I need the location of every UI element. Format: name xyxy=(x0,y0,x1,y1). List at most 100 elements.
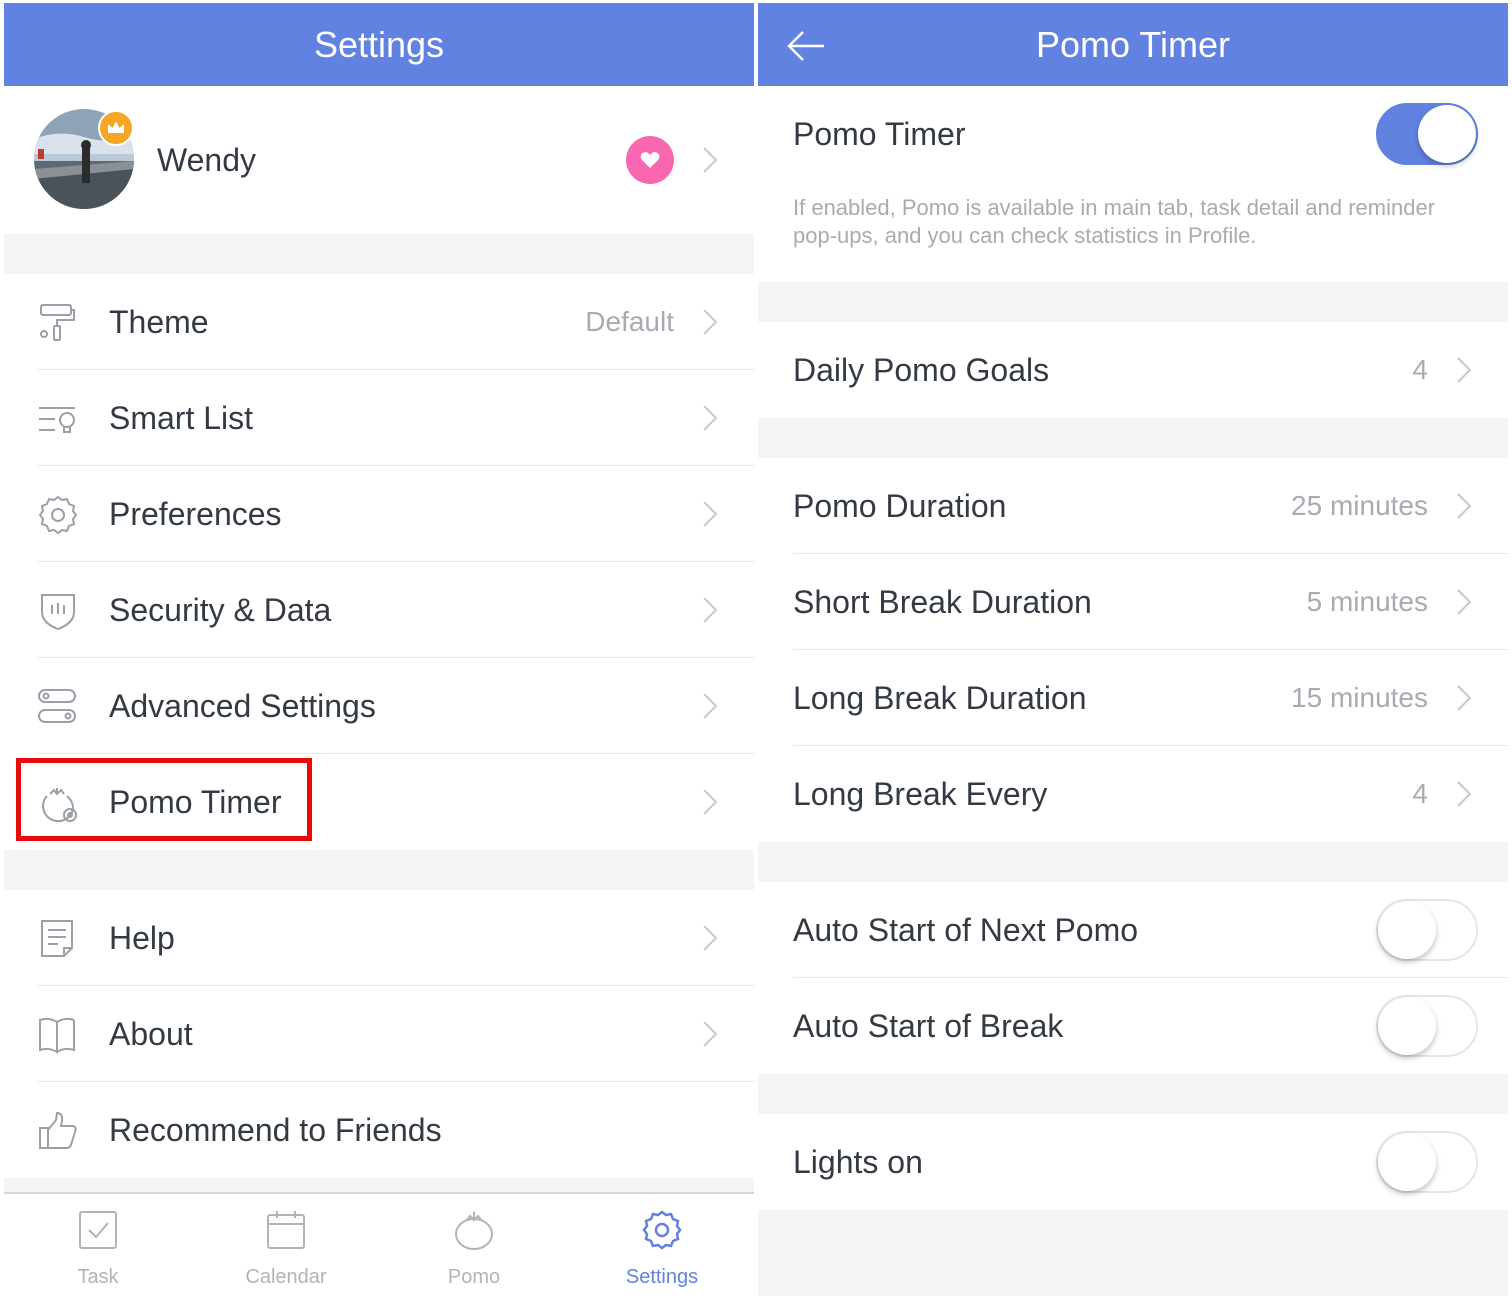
chevron-right-icon xyxy=(703,405,718,431)
gear-icon xyxy=(642,1210,682,1250)
chevron-right-icon xyxy=(1457,685,1472,711)
lights-on-row: Lights on xyxy=(758,1114,1508,1210)
tab-pomo[interactable]: Pomo xyxy=(380,1194,568,1296)
settings-item-preferences[interactable]: Preferences xyxy=(4,466,754,562)
chevron-right-icon xyxy=(703,309,718,335)
page-title: Settings xyxy=(313,24,445,65)
settings-item-about[interactable]: About xyxy=(4,986,754,1082)
toggles-icon xyxy=(38,689,76,723)
crown-icon xyxy=(98,110,134,146)
pomo-timer-label: Pomo Timer xyxy=(793,116,966,152)
pomo-timer-screen: Pomo Timer Pomo Timer If enabled, Pomo i… xyxy=(758,0,1508,1296)
long-break-duration-row[interactable]: Long Break Duration 15 minutes xyxy=(758,650,1508,746)
section-separator xyxy=(758,418,1508,458)
chevron-right-icon xyxy=(1457,493,1472,519)
chevron-right-icon xyxy=(703,147,718,173)
document-icon xyxy=(41,920,73,957)
smart-list-icon xyxy=(39,407,75,433)
auto-start-next-pomo-row: Auto Start of Next Pomo xyxy=(758,882,1508,978)
daily-pomo-goals-label: Daily Pomo Goals xyxy=(793,352,1050,388)
section-separator xyxy=(758,842,1508,882)
gear-icon xyxy=(38,495,78,535)
chevron-right-icon xyxy=(1457,589,1472,615)
profile-row[interactable]: Wendy xyxy=(4,86,754,234)
daily-pomo-goals-row[interactable]: Daily Pomo Goals 4 xyxy=(758,322,1508,418)
pomo-duration-row[interactable]: Pomo Duration 25 minutes xyxy=(758,458,1508,554)
settings-item-label: Help xyxy=(109,920,175,956)
auto-start-break-label: Auto Start of Break xyxy=(793,1008,1064,1044)
short-break-duration-label: Short Break Duration xyxy=(793,584,1092,620)
long-break-every-label: Long Break Every xyxy=(793,776,1048,812)
auto-start-break-toggle[interactable] xyxy=(1376,995,1478,1057)
shield-icon xyxy=(41,594,75,631)
section-separator xyxy=(4,234,754,274)
settings-item-label: Smart List xyxy=(109,400,254,436)
pomo-timer-header: Pomo Timer xyxy=(758,3,1508,86)
auto-start-next-pomo-toggle[interactable] xyxy=(1376,899,1478,961)
chevron-right-icon xyxy=(703,1021,718,1047)
settings-item-advanced[interactable]: Advanced Settings xyxy=(4,658,754,754)
chevron-right-icon xyxy=(703,501,718,527)
pomo-timer-toggle[interactable] xyxy=(1376,103,1478,165)
profile-name: Wendy xyxy=(157,142,257,178)
pomo-timer-toggle-row: Pomo Timer xyxy=(758,86,1508,182)
chevron-right-icon xyxy=(703,693,718,719)
tab-calendar[interactable]: Calendar xyxy=(192,1194,380,1296)
long-break-every-value: 4 xyxy=(1412,778,1428,809)
settings-item-smart-list[interactable]: Smart List xyxy=(4,370,754,466)
section-separator xyxy=(758,1074,1508,1114)
short-break-duration-value: 5 minutes xyxy=(1306,586,1428,617)
settings-item-label: Security & Data xyxy=(109,592,332,628)
settings-item-help[interactable]: Help xyxy=(4,890,754,986)
settings-item-theme[interactable]: Theme Default xyxy=(4,274,754,370)
settings-item-security[interactable]: Security & Data xyxy=(4,562,754,658)
long-break-every-row[interactable]: Long Break Every 4 xyxy=(758,746,1508,842)
bottom-fill xyxy=(758,1210,1508,1296)
daily-pomo-goals-value: 4 xyxy=(1412,354,1428,385)
toggle-knob xyxy=(1378,997,1436,1055)
pomo-timer-highlight-box xyxy=(16,758,312,841)
tomato-icon xyxy=(455,1212,493,1250)
chevron-right-icon xyxy=(1457,357,1472,383)
thumbs-up-icon xyxy=(39,1111,77,1149)
short-break-duration-row[interactable]: Short Break Duration 5 minutes xyxy=(758,554,1508,650)
chevron-right-icon xyxy=(703,925,718,951)
premium-heart-icon[interactable] xyxy=(626,136,674,184)
tab-label: Pomo xyxy=(447,1266,501,1288)
toggle-knob xyxy=(1378,1133,1436,1191)
settings-item-label: About xyxy=(109,1016,193,1052)
settings-item-label: Preferences xyxy=(109,496,282,532)
chevron-right-icon xyxy=(1457,781,1472,807)
settings-header: Settings xyxy=(4,3,754,86)
pomo-duration-label: Pomo Duration xyxy=(793,488,1007,524)
book-icon xyxy=(39,1017,75,1054)
section-separator xyxy=(4,1178,754,1192)
auto-start-next-pomo-label: Auto Start of Next Pomo xyxy=(793,912,1139,948)
paint-roller-icon xyxy=(40,304,75,341)
tab-label: Task xyxy=(77,1266,119,1288)
section-separator xyxy=(4,850,754,890)
auto-start-break-row: Auto Start of Break xyxy=(758,978,1508,1074)
toggle-knob xyxy=(1378,901,1436,959)
settings-item-label: Advanced Settings xyxy=(109,688,376,724)
tab-bar: Task Calendar Pomo Settings xyxy=(4,1192,754,1296)
lights-on-toggle[interactable] xyxy=(1376,1131,1478,1193)
settings-item-recommend[interactable]: Recommend to Friends xyxy=(4,1082,754,1178)
chevron-right-icon xyxy=(703,597,718,623)
page-title: Pomo Timer xyxy=(1035,24,1231,65)
pomo-timer-description: If enabled, Pomo is available in main ta… xyxy=(793,195,1436,248)
toggle-knob xyxy=(1418,105,1476,163)
chevron-right-icon xyxy=(703,789,718,815)
long-break-duration-value: 15 minutes xyxy=(1291,682,1428,713)
tab-task[interactable]: Task xyxy=(4,1194,192,1296)
long-break-duration-label: Long Break Duration xyxy=(793,680,1087,716)
calendar-icon xyxy=(267,1211,305,1249)
theme-value: Default xyxy=(585,306,674,337)
tab-label: Settings xyxy=(625,1266,699,1288)
settings-item-label: Theme xyxy=(109,304,209,340)
lights-on-label: Lights on xyxy=(793,1144,923,1180)
tab-settings[interactable]: Settings xyxy=(568,1194,754,1296)
settings-screen: Settings Wendy Theme Default Smart List … xyxy=(4,0,754,1296)
section-separator xyxy=(758,282,1508,322)
pomo-duration-value: 25 minutes xyxy=(1291,490,1428,521)
